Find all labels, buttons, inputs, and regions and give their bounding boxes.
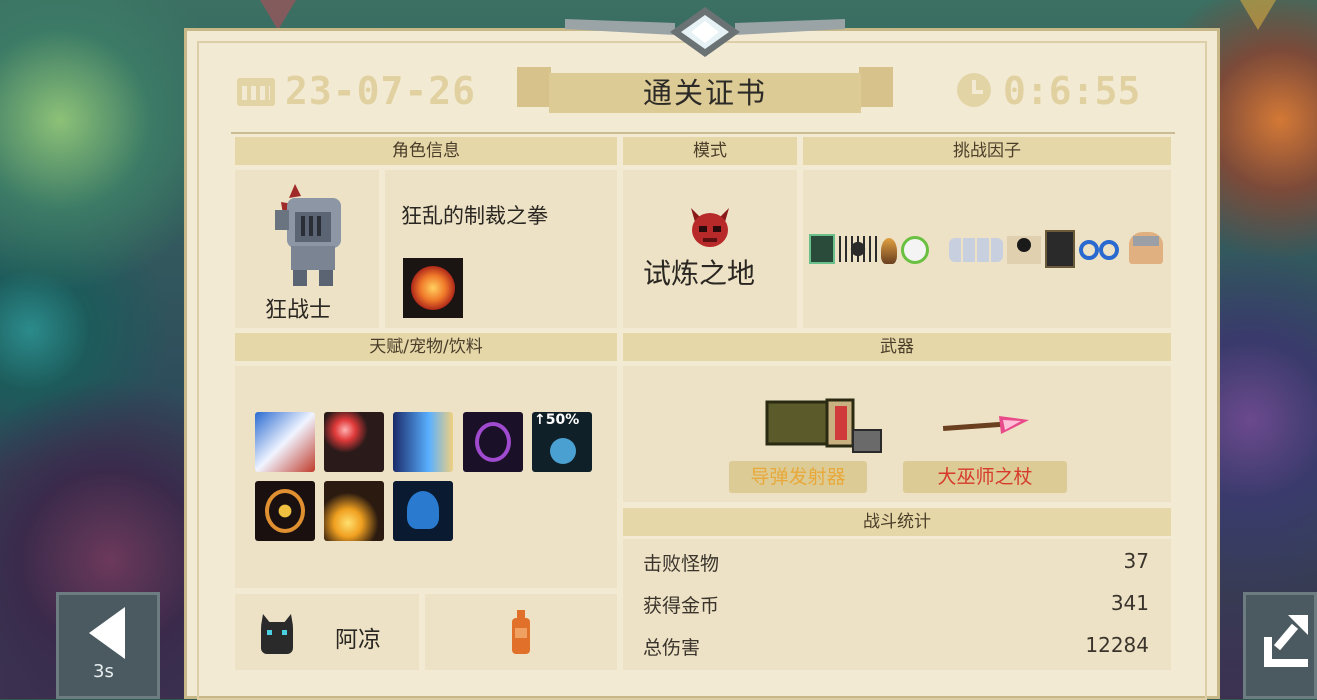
- stat-label-gold: 获得金币: [643, 595, 720, 617]
- weapons-panel: 导弹发射器 大巫师之杖: [623, 366, 1171, 502]
- orange-bottle-icon: [512, 610, 530, 654]
- pet-panel: 阿凉: [235, 594, 419, 670]
- bomb-crate-icon: [1007, 236, 1041, 264]
- header-mode: 模式: [623, 137, 797, 165]
- stat-label-damage: 总伤害: [643, 637, 701, 659]
- back-arrow-icon: [89, 607, 125, 659]
- bunting-flag: [1240, 0, 1276, 30]
- dark-tablet-icon: [1045, 230, 1075, 268]
- drink-panel: [425, 594, 617, 670]
- weapon-label-missile-launcher: 导弹发射器: [729, 461, 867, 493]
- back-button[interactable]: 3s: [56, 592, 160, 699]
- torch-icon: [881, 238, 897, 264]
- blue-mind-icon: [393, 481, 453, 541]
- certificate-title: 通关证书: [642, 76, 767, 110]
- talents-panel: ↑50%: [235, 366, 617, 588]
- relic-name: 狂乱的制裁之拳: [401, 204, 548, 228]
- back-countdown: 3s: [93, 661, 114, 682]
- infinity-icon: [1079, 240, 1121, 260]
- red-demon-mask-icon: [691, 208, 729, 247]
- header-weapons: 武器: [623, 333, 1171, 361]
- purple-shield-icon: [463, 412, 523, 472]
- black-spider-icon: [839, 236, 877, 262]
- archmage-staff-icon: [942, 416, 1029, 434]
- mode-name: 试炼之地: [643, 257, 756, 290]
- bunting-flag: [260, 0, 296, 30]
- stat-value-kills: 37: [1123, 549, 1149, 573]
- header-character-info: 角色信息: [235, 137, 617, 165]
- green-rune-icon: [809, 234, 835, 264]
- spark-burst-icon: [324, 481, 384, 541]
- battle-stats-panel: 击败怪物 37 获得金币 341 总伤害 12284: [623, 539, 1171, 670]
- stat-value-damage: 12284: [1085, 633, 1149, 657]
- red-orb-icon: [324, 412, 384, 472]
- run-time: 0:6:55: [1003, 69, 1141, 113]
- stat-label-kills: 击败怪物: [643, 553, 720, 575]
- header-challenge-factors: 挑战因子: [803, 137, 1171, 165]
- skeleton-group-icon: [949, 238, 1003, 262]
- weapon-label-archmage-staff: 大巫师之杖: [903, 461, 1067, 493]
- stopwatch-icon: [901, 236, 929, 264]
- berserker-icon: [275, 184, 341, 286]
- black-cat-icon: [261, 614, 293, 654]
- missile-launcher-icon: [765, 398, 882, 453]
- viking-helmet-icon: [1129, 232, 1163, 264]
- fire-fist-icon: [403, 258, 463, 318]
- divider: [231, 132, 1175, 134]
- calendar-icon: [237, 78, 275, 106]
- share-icon: [1264, 615, 1308, 667]
- run-date: 23-07-26: [285, 69, 477, 113]
- clear-certificate: 23-07-26 通关证书 0:6:55 角色信息 模式 挑战因子 狂战士 狂乱…: [184, 7, 1220, 700]
- pet-name: 阿凉: [335, 627, 381, 653]
- talent-badge: ↑50%: [534, 412, 580, 428]
- ribbon-right-tail: [859, 67, 893, 107]
- stat-value-gold: 341: [1110, 591, 1149, 615]
- character-portrait-panel: 狂战士: [235, 170, 379, 328]
- arrow-volley-icon: [393, 412, 453, 472]
- mode-panel: 试炼之地: [623, 170, 797, 328]
- punch-rush-icon: [255, 412, 315, 472]
- challenge-factors-panel: [803, 170, 1171, 328]
- character-name: 狂战士: [265, 298, 332, 323]
- header-talents-pets-drinks: 天赋/宠物/饮料: [235, 333, 617, 361]
- diamond-crest-icon: [565, 7, 845, 57]
- relic-panel: 狂乱的制裁之拳: [385, 170, 617, 328]
- share-button[interactable]: [1243, 592, 1317, 699]
- plus-fifty-percent-icon: ↑50%: [532, 412, 592, 472]
- clock-icon: [957, 73, 991, 107]
- golden-shield-icon: [255, 481, 315, 541]
- header-battle-stats: 战斗统计: [623, 508, 1171, 536]
- ribbon-left-tail: [517, 67, 551, 107]
